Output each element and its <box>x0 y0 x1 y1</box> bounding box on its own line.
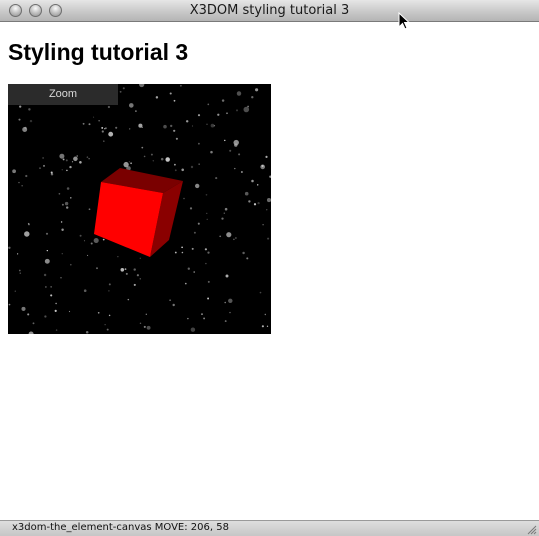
mouse-pointer-icon <box>398 12 410 30</box>
page-heading: Styling tutorial 3 <box>8 39 189 65</box>
x3d-canvas[interactable]: Zoom <box>8 84 271 334</box>
resize-grip-icon[interactable] <box>526 524 537 535</box>
browser-window: X3DOM styling tutorial 3 Styling tutoria… <box>0 0 539 536</box>
title-bar[interactable]: X3DOM styling tutorial 3 <box>0 0 539 22</box>
status-text: x3dom-the_element-canvas MOVE: 206, 58 <box>12 522 229 533</box>
zoom-button[interactable]: Zoom <box>8 84 118 105</box>
status-bar: x3dom-the_element-canvas MOVE: 206, 58 <box>0 520 539 536</box>
window-title: X3DOM styling tutorial 3 <box>189 3 350 18</box>
red-cube[interactable] <box>8 84 271 334</box>
